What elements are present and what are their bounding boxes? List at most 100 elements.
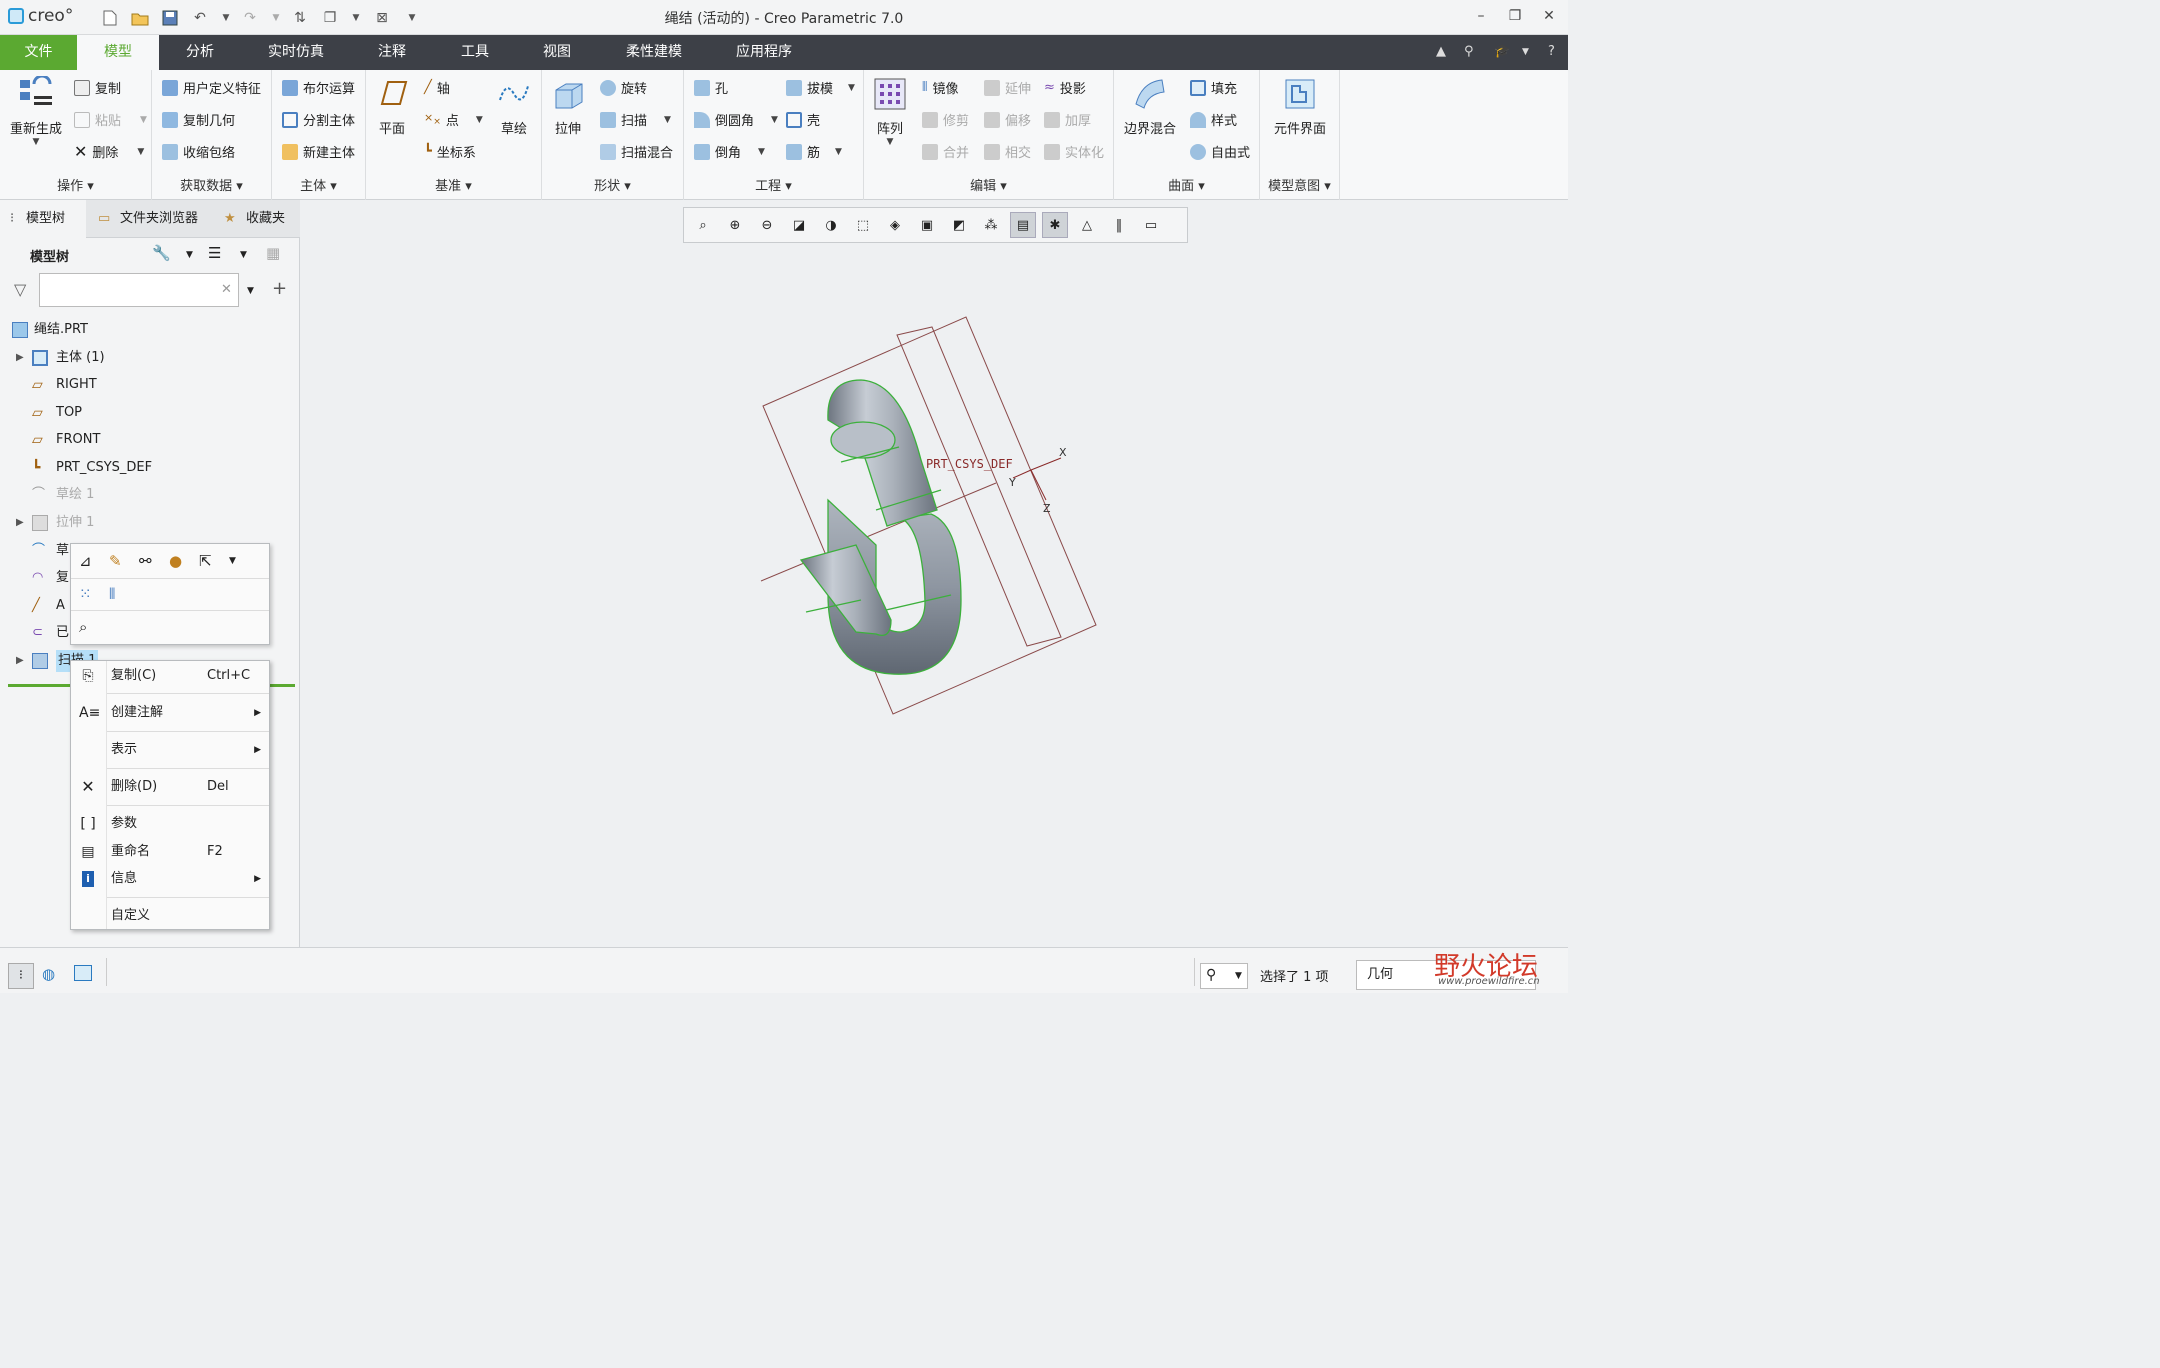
saved-orientations-icon[interactable]: ⬚ [850, 212, 876, 238]
csys-button[interactable]: ┗ 坐标系 [424, 142, 476, 161]
tree-item-csys[interactable]: ┗ PRT_CSYS_DEF [0, 455, 300, 481]
find-button[interactable]: ⚲ ▼ [1200, 963, 1248, 989]
paste-button[interactable]: 粘贴 ▼ [74, 110, 147, 129]
solidify-button[interactable]: 实体化 [1044, 142, 1104, 161]
point-button[interactable]: ×× 点 ▼ [424, 110, 483, 129]
redo-icon[interactable]: ↷ [240, 8, 260, 28]
open-file-icon[interactable] [130, 8, 150, 28]
revolve-button[interactable]: 旋转 [600, 78, 647, 97]
new-file-icon[interactable] [100, 8, 120, 28]
section-icon[interactable]: ◩ [946, 212, 972, 238]
learning-dropdown-icon[interactable]: ▼ [1522, 47, 1529, 57]
refit-icon[interactable]: ⌕ [690, 212, 716, 238]
view-manager-icon[interactable]: ◈ [882, 212, 908, 238]
tree-search-input[interactable] [39, 273, 239, 307]
spin-center-icon[interactable]: ✱ [1042, 212, 1068, 238]
menu-item-info[interactable]: i 信息 ▶ [71, 865, 269, 893]
delete-button[interactable]: ✕ 删除 ▼ [74, 142, 144, 161]
shell-button[interactable]: 壳 [786, 110, 820, 129]
new-body-button[interactable]: 新建主体 [282, 142, 355, 161]
tree-root[interactable]: 绳结.PRT [0, 317, 300, 343]
save-icon[interactable] [160, 8, 180, 28]
search-dropdown-icon[interactable]: ▼ [247, 286, 254, 296]
udf-button[interactable]: 用户定义特征 [162, 78, 261, 97]
customize-qat-icon[interactable]: ▼ [402, 8, 422, 28]
tree-filter-items-icon[interactable]: ▦ [266, 244, 280, 262]
group-operations-label[interactable]: 操作 ▾ [0, 175, 151, 194]
search-help-icon[interactable]: ⚲ [1464, 44, 1474, 59]
model-canvas[interactable]: PRT_CSYS_DEF X Y Z [301, 200, 1568, 947]
toggle-navigator-icon[interactable]: ⁝ [8, 963, 34, 989]
group-get-data-label[interactable]: 获取数据 ▾ [152, 175, 271, 194]
thicken-button[interactable]: 加厚 [1044, 110, 1091, 129]
info-search-icon[interactable]: ⌕ [79, 618, 87, 636]
group-editing-label[interactable]: 编辑 ▾ [864, 175, 1113, 194]
help-icon[interactable]: ? [1548, 44, 1555, 59]
freestyle-button[interactable]: 自由式 [1190, 142, 1250, 161]
draft-button[interactable]: 拔模 ▼ [786, 78, 855, 97]
offset-button[interactable]: 偏移 [984, 110, 1031, 129]
tree-settings-dropdown-icon[interactable]: ▼ [186, 250, 193, 260]
chamfer-dropdown-icon[interactable]: ▼ [758, 147, 765, 157]
find-dropdown-icon[interactable]: ▼ [1235, 971, 1242, 981]
component-interface-button[interactable]: 元件界面 [1268, 76, 1332, 137]
model-display-icon[interactable]: △ [1074, 212, 1100, 238]
group-shapes-label[interactable]: 形状 ▾ [542, 175, 683, 194]
tree-settings-icon[interactable]: 🔧 [152, 244, 171, 262]
swept-blend-button[interactable]: 扫描混合 [600, 142, 673, 161]
undo-dropdown-icon[interactable]: ▼ [216, 8, 236, 28]
tree-item-extrude1[interactable]: ▶ 拉伸 1 [0, 510, 300, 536]
windows-icon[interactable]: ❐ [320, 8, 340, 28]
pattern-dropdown-icon[interactable]: ▼ [887, 137, 894, 147]
restore-icon[interactable]: ❐ [1504, 8, 1526, 26]
rope-knot-model[interactable] [799, 379, 962, 675]
filter-icon[interactable]: ▽ [14, 280, 26, 299]
draft-dropdown-icon[interactable]: ▼ [848, 83, 855, 93]
intersect-button[interactable]: 相交 [984, 142, 1031, 161]
perspective-icon[interactable]: ▣ [914, 212, 940, 238]
datum-display-icon[interactable]: ⁂ [978, 212, 1004, 238]
expand-icon[interactable]: ▶ [16, 345, 24, 371]
sweep-dropdown-icon[interactable]: ▼ [664, 115, 671, 125]
visibility-icon[interactable]: ▭ [1138, 212, 1164, 238]
group-body-label[interactable]: 主体 ▾ [272, 175, 365, 194]
menu-item-copy[interactable]: ⎘ 复制(C) Ctrl+C [71, 662, 269, 690]
mirror-icon[interactable]: ⫴ [109, 585, 115, 603]
tab-favorites[interactable]: ★ 收藏夹 [220, 200, 300, 238]
tree-item-bodies[interactable]: ▶ 主体 (1) [0, 345, 300, 371]
group-engineering-label[interactable]: 工程 ▾ [684, 175, 863, 194]
repaint-icon[interactable]: ◪ [786, 212, 812, 238]
trim-button[interactable]: 修剪 [922, 110, 969, 129]
resume-icon[interactable]: ⇱ [199, 552, 212, 570]
copy-button[interactable]: 复制 [74, 78, 121, 97]
round-button[interactable]: 倒圆角 ▼ [694, 110, 778, 129]
tree-show-icon[interactable]: ☰ [208, 244, 221, 262]
menu-item-create-annotation[interactable]: A≡ 创建注解 ▶ [71, 699, 269, 727]
tree-item-sketch1[interactable]: ⌒ 草绘 1 [0, 482, 300, 508]
browser-icon[interactable]: ◍ [42, 965, 55, 983]
style-button[interactable]: 样式 [1190, 110, 1237, 129]
expand-icon[interactable]: ▶ [16, 510, 24, 536]
clear-search-icon[interactable]: ✕ [221, 282, 232, 297]
tree-item-right[interactable]: ▱ RIGHT [0, 372, 300, 398]
learning-icon[interactable]: 🎓 [1494, 44, 1510, 59]
boolean-button[interactable]: 布尔运算 [282, 78, 355, 97]
graphics-viewport[interactable]: PRT_CSYS_DEF X Y Z [301, 200, 1568, 947]
round-dropdown-icon[interactable]: ▼ [771, 115, 778, 125]
fill-button[interactable]: 填充 [1190, 78, 1237, 97]
rib-button[interactable]: 筋 ▼ [786, 142, 842, 161]
point-dropdown-icon[interactable]: ▼ [476, 115, 483, 125]
close-icon[interactable]: ✕ [1538, 8, 1560, 26]
tree-item-top[interactable]: ▱ TOP [0, 400, 300, 426]
split-body-button[interactable]: 分割主体 [282, 110, 355, 129]
menu-item-parameters[interactable]: [ ] 参数 [71, 810, 269, 838]
display-style-icon[interactable]: ◑ [818, 212, 844, 238]
group-surfaces-label[interactable]: 曲面 ▾ [1114, 175, 1259, 194]
tab-flexible-modeling[interactable]: 柔性建模 [608, 35, 700, 70]
edit-references-icon[interactable]: ⚯ [139, 552, 152, 570]
tab-view[interactable]: 视图 [526, 35, 588, 70]
group-model-intent-label[interactable]: 模型意图 ▾ [1260, 175, 1339, 194]
project-button[interactable]: ≈ 投影 [1044, 78, 1086, 97]
tree-show-dropdown-icon[interactable]: ▼ [240, 250, 247, 260]
tab-tools[interactable]: 工具 [444, 35, 506, 70]
